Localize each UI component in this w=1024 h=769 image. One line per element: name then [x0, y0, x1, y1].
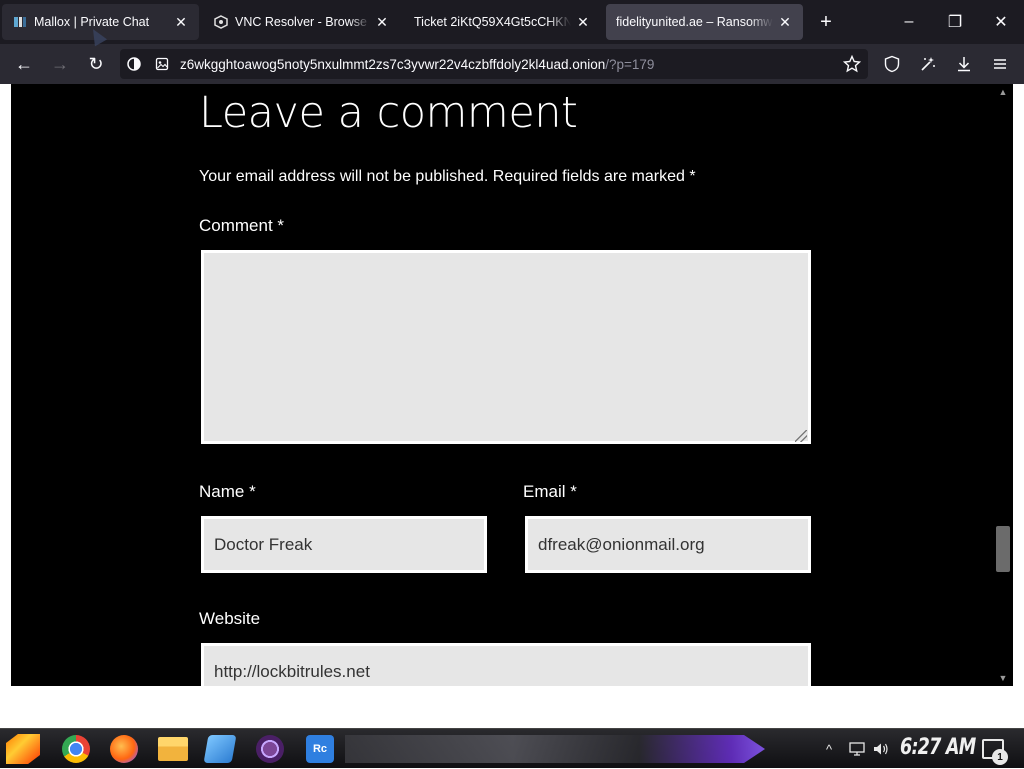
tab-ticket[interactable]: Ticket 2iKtQ59X4Gt5cCHKNU ✕: [404, 4, 601, 40]
tab-title: VNC Resolver - Browse: [235, 15, 367, 29]
reload-button[interactable]: ↻: [82, 50, 110, 78]
taskbar-decoration: [345, 735, 765, 763]
website-field[interactable]: http://lockbitrules.net: [201, 643, 811, 686]
minimize-button[interactable]: –: [886, 0, 932, 44]
name-field[interactable]: Doctor Freak: [201, 516, 487, 573]
comment-textarea[interactable]: [201, 250, 811, 444]
url-host: z6wkgghtoawog5noty5nxulmmt2zs7c3yvwr22v4…: [180, 56, 606, 72]
shield-icon[interactable]: [878, 50, 906, 78]
vnc-favicon-icon: [213, 14, 229, 30]
firefox-icon[interactable]: [110, 735, 138, 763]
notepad-icon[interactable]: [203, 735, 237, 763]
scroll-up-icon[interactable]: ▲: [996, 86, 1010, 98]
close-tab-icon[interactable]: ✕: [777, 14, 793, 30]
tor-browser-icon[interactable]: [256, 735, 284, 763]
taskbar: Rc ^ 6:27 AM 1: [0, 728, 1024, 768]
clock[interactable]: 6:27 AM: [900, 735, 976, 760]
tab-fidelityunited[interactable]: fidelityunited.ae – Ransomwa ✕: [606, 4, 803, 40]
website-label: Website: [199, 609, 261, 628]
desktop-strip: [0, 686, 1024, 728]
scroll-thumb[interactable]: [996, 526, 1010, 572]
page-info-icon[interactable]: [148, 49, 176, 79]
nav-bar: ← → ↻ z6wkgghtoawog5noty5nxulmmt2zs7c3yv…: [0, 44, 1024, 84]
page-viewport: Leave a comment Your email address will …: [11, 84, 1013, 686]
rc-app-icon[interactable]: Rc: [306, 735, 334, 763]
start-icon[interactable]: [6, 734, 40, 764]
menu-icon[interactable]: [986, 50, 1014, 78]
close-tab-icon[interactable]: ✕: [173, 14, 189, 30]
chrome-icon[interactable]: [62, 735, 90, 763]
close-window-button[interactable]: ✕: [978, 0, 1024, 44]
extensions-icon[interactable]: [914, 50, 942, 78]
page-scrollbar[interactable]: ▲ ▼: [993, 84, 1013, 686]
tab-title: Mallox | Private Chat: [34, 15, 150, 29]
forward-button[interactable]: →: [46, 50, 74, 78]
close-tab-icon[interactable]: ✕: [575, 14, 591, 30]
maximize-button[interactable]: ❐: [932, 0, 978, 44]
scroll-down-icon[interactable]: ▼: [996, 672, 1010, 684]
comment-label: Comment *: [199, 216, 285, 235]
bookmark-star-icon[interactable]: [838, 50, 866, 78]
email-field[interactable]: dfreak@onionmail.org: [525, 516, 811, 573]
url-path: /?p=179: [605, 56, 655, 72]
name-label: Name *: [199, 482, 256, 501]
tab-title: Ticket 2iKtQ59X4Gt5cCHKNU: [414, 15, 571, 29]
new-tab-button[interactable]: +: [812, 8, 840, 36]
mallox-favicon-icon: [12, 14, 28, 30]
form-notice: Your email address will not be published…: [199, 168, 696, 185]
file-explorer-icon[interactable]: [158, 737, 188, 761]
onion-icon[interactable]: [120, 49, 148, 79]
tray-chevron-icon[interactable]: ^: [826, 729, 832, 769]
email-label: Email *: [523, 482, 577, 501]
tab-strip: Mallox | Private Chat ✕ VNC Resolver - B…: [0, 0, 1024, 44]
tab-vnc-resolver[interactable]: VNC Resolver - Browse ✕: [203, 4, 400, 40]
close-tab-icon[interactable]: ✕: [374, 14, 390, 30]
network-icon[interactable]: [848, 729, 866, 769]
resize-grip-icon[interactable]: [795, 430, 807, 442]
volume-icon[interactable]: [872, 729, 890, 769]
url-bar[interactable]: z6wkgghtoawog5noty5nxulmmt2zs7c3yvwr22v4…: [120, 49, 868, 79]
notification-count: 1: [992, 749, 1008, 765]
back-button[interactable]: ←: [10, 50, 38, 78]
url-text[interactable]: z6wkgghtoawog5noty5nxulmmt2zs7c3yvwr22v4…: [180, 57, 654, 72]
download-icon[interactable]: [950, 50, 978, 78]
page-title: Leave a comment: [199, 88, 578, 138]
tab-title: fidelityunited.ae – Ransomwa: [616, 15, 773, 29]
